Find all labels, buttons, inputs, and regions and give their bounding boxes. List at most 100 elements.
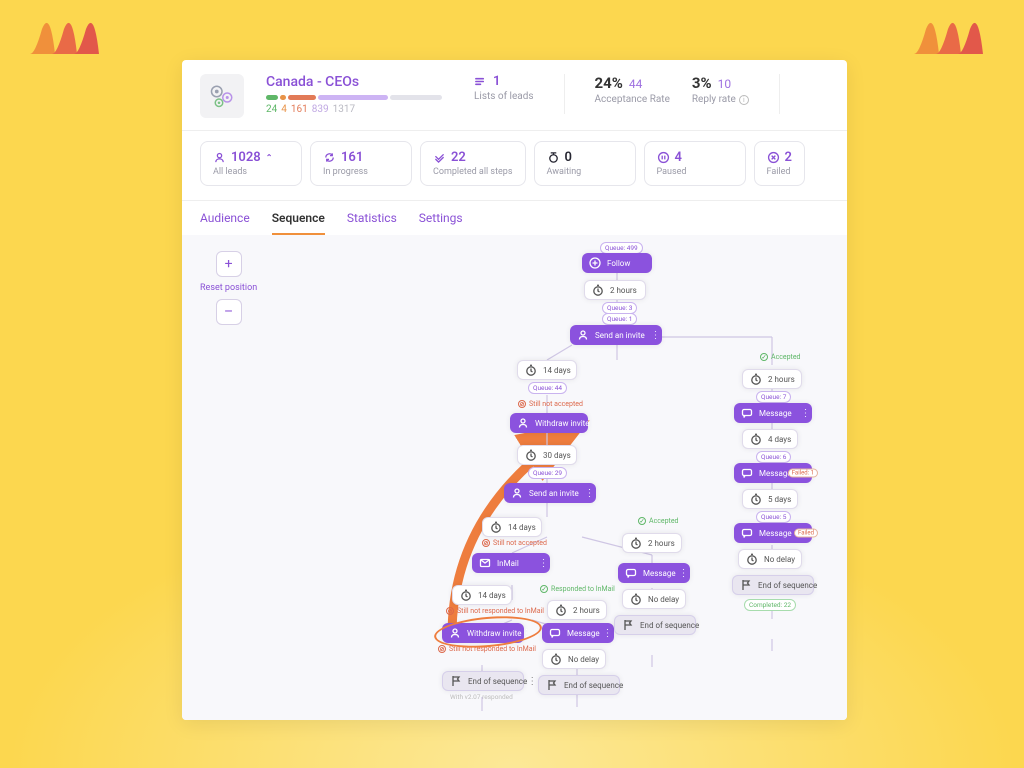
- flow-node: 5 days: [742, 489, 798, 509]
- more-icon[interactable]: ⋮: [522, 628, 531, 639]
- condition-label: ⊘Still not accepted: [518, 400, 583, 408]
- progress-bars: [266, 95, 442, 100]
- node-message[interactable]: Message ⋮ Failed: 1: [734, 463, 812, 483]
- queue-pill: Queue: 29: [528, 467, 567, 479]
- timer-icon: [547, 151, 560, 164]
- plus-icon: [588, 256, 602, 270]
- stat-card-completed[interactable]: 22 Completed all steps: [420, 141, 526, 186]
- zoom-in-button[interactable]: +: [216, 251, 242, 277]
- more-icon[interactable]: ⋮: [648, 330, 662, 341]
- clock-icon: [629, 536, 643, 550]
- node-withdraw-2[interactable]: Withdraw invite ⋮: [442, 623, 524, 643]
- stat-label: Failed: [767, 167, 792, 177]
- flow-node: 4 days: [742, 429, 798, 449]
- more-icon[interactable]: ⋮: [600, 628, 614, 639]
- more-icon[interactable]: ⋮: [582, 488, 596, 499]
- condition-label: ⊘Still not responded to InMail: [446, 607, 544, 615]
- reply-count: 10: [718, 77, 732, 91]
- refresh-icon: [323, 151, 336, 164]
- more-icon[interactable]: ⋮: [536, 558, 550, 569]
- stat-card-awaiting[interactable]: 0 Awaiting: [534, 141, 636, 186]
- more-icon[interactable]: ⋮: [527, 676, 536, 687]
- stat-card-paused[interactable]: 4 Paused: [644, 141, 746, 186]
- flow-node: No delay: [738, 549, 802, 569]
- acceptance-pct: 24%: [595, 74, 623, 92]
- check-icon: [433, 151, 446, 164]
- node-send-invite[interactable]: Send an invite ⋮: [570, 325, 662, 345]
- node-withdraw[interactable]: Withdraw invite: [510, 413, 588, 433]
- clock-icon: [524, 363, 538, 377]
- sequence-canvas[interactable]: + Reset position – Queue: 499 Follow 2 h…: [182, 235, 847, 720]
- reply-pct: 3%: [692, 74, 712, 92]
- zoom-out-button[interactable]: –: [216, 299, 242, 325]
- condition-label: ✓Accepted: [760, 353, 801, 361]
- stat-label: All leads: [213, 167, 289, 177]
- lists-count: 1: [493, 74, 500, 89]
- more-icon[interactable]: ⋮: [676, 568, 690, 579]
- campaign-icon: [200, 74, 244, 118]
- clock-icon: [489, 520, 503, 534]
- stat-value: 4: [675, 150, 682, 165]
- node-end[interactable]: End of sequence: [538, 675, 620, 695]
- clock-icon: [549, 652, 563, 666]
- flag-icon: [449, 674, 463, 688]
- user-icon: [213, 151, 226, 164]
- pause-icon: [657, 151, 670, 164]
- node-send-invite[interactable]: Send an invite ⋮: [504, 483, 596, 503]
- reply-label: Reply rate: [692, 94, 736, 105]
- person-icon: [510, 486, 524, 500]
- stat-value: 22: [451, 150, 466, 165]
- node-message[interactable]: Message ⋮: [734, 403, 812, 423]
- reset-position-button[interactable]: Reset position: [200, 283, 257, 293]
- clock-icon: [749, 372, 763, 386]
- stat-card-all-leads[interactable]: 1028 ⌃ All leads: [200, 141, 302, 186]
- node-delay: 2 hours: [584, 280, 646, 300]
- msg-icon: [624, 566, 638, 580]
- tab-sequence[interactable]: Sequence: [272, 211, 325, 235]
- node-message[interactable]: Message ⋮: [618, 563, 690, 583]
- msg-icon: [740, 466, 754, 480]
- tab-settings[interactable]: Settings: [419, 211, 463, 235]
- flow-node: 14 days: [452, 585, 512, 605]
- flow-node: 30 days: [517, 445, 577, 465]
- lists-label: Lists of leads: [474, 91, 534, 102]
- stat-value: 2: [785, 150, 792, 165]
- tab-statistics[interactable]: Statistics: [347, 211, 397, 235]
- person-icon: [516, 416, 530, 430]
- clock-icon: [749, 492, 763, 506]
- stat-card-in-progress[interactable]: 161 In progress: [310, 141, 412, 186]
- info-icon[interactable]: i: [739, 95, 749, 105]
- flow-node: No delay: [622, 589, 686, 609]
- node-message[interactable]: Message ⋮: [542, 623, 614, 643]
- node-end[interactable]: End of sequence ⋮: [442, 671, 524, 691]
- node-message[interactable]: Message ⋮ Failed: [734, 523, 812, 543]
- flag-icon: [621, 618, 635, 632]
- more-icon[interactable]: ⋮: [798, 408, 812, 419]
- tab-audience[interactable]: Audience: [200, 211, 250, 235]
- node-inmail[interactable]: InMail ⋮: [472, 553, 550, 573]
- flow-node: No delay: [542, 649, 606, 669]
- mail-icon: [478, 556, 492, 570]
- flag-icon: [545, 678, 559, 692]
- person-icon: [448, 626, 462, 640]
- flow-node: 14 days: [517, 360, 577, 380]
- flow-node: 2 hours: [742, 369, 802, 389]
- flow-node: 2 hours: [622, 533, 682, 553]
- clock-icon: [591, 283, 605, 297]
- brand-logo-icon: [30, 14, 110, 59]
- node-end[interactable]: End of sequence: [614, 615, 696, 635]
- stat-value: 1028: [231, 150, 261, 165]
- stat-card-failed[interactable]: 2 Failed: [754, 141, 805, 186]
- msg-icon: [740, 406, 754, 420]
- flow-node: 2 hours: [547, 600, 607, 620]
- condition-label: ⊘Still not responded to InMail: [438, 645, 536, 653]
- node-follow[interactable]: Follow: [582, 253, 652, 273]
- clock-icon: [749, 432, 763, 446]
- node-end[interactable]: End of sequence: [732, 575, 814, 595]
- queue-pill: Queue: 7: [756, 391, 791, 403]
- campaign-title[interactable]: Canada - CEOs: [266, 74, 442, 90]
- condition-label: ✓Responded to InMail: [540, 585, 615, 593]
- flag-icon: [739, 578, 753, 592]
- queue-pill: Queue: 6: [756, 451, 791, 463]
- clock-icon: [554, 603, 568, 617]
